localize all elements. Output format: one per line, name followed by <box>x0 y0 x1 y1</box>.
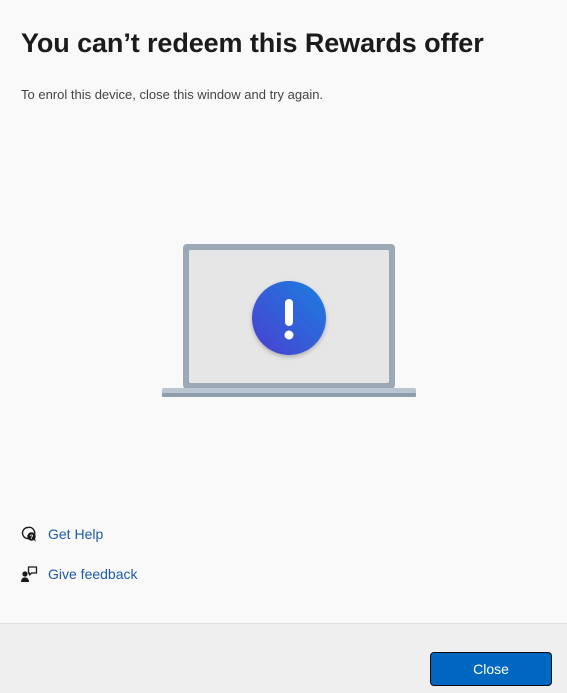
give-feedback-label: Give feedback <box>48 566 138 582</box>
dialog-subtitle: To enrol this device, close this window … <box>21 87 324 102</box>
get-help-link[interactable]: ? Get Help <box>19 521 138 547</box>
dialog-footer: Close <box>0 623 567 693</box>
get-help-label: Get Help <box>48 526 104 542</box>
rewards-dialog: You can’t redeem this Rewards offer To e… <box>0 0 567 693</box>
help-links: ? Get Help Give feedback <box>19 521 138 601</box>
svg-text:?: ? <box>30 535 34 541</box>
dialog-title: You can’t redeem this Rewards offer <box>21 28 484 58</box>
close-button[interactable]: Close <box>430 652 552 686</box>
feedback-icon <box>19 564 39 584</box>
give-feedback-link[interactable]: Give feedback <box>19 561 138 587</box>
laptop-with-exclamation-icon <box>162 244 416 397</box>
get-help-icon: ? <box>19 524 39 544</box>
